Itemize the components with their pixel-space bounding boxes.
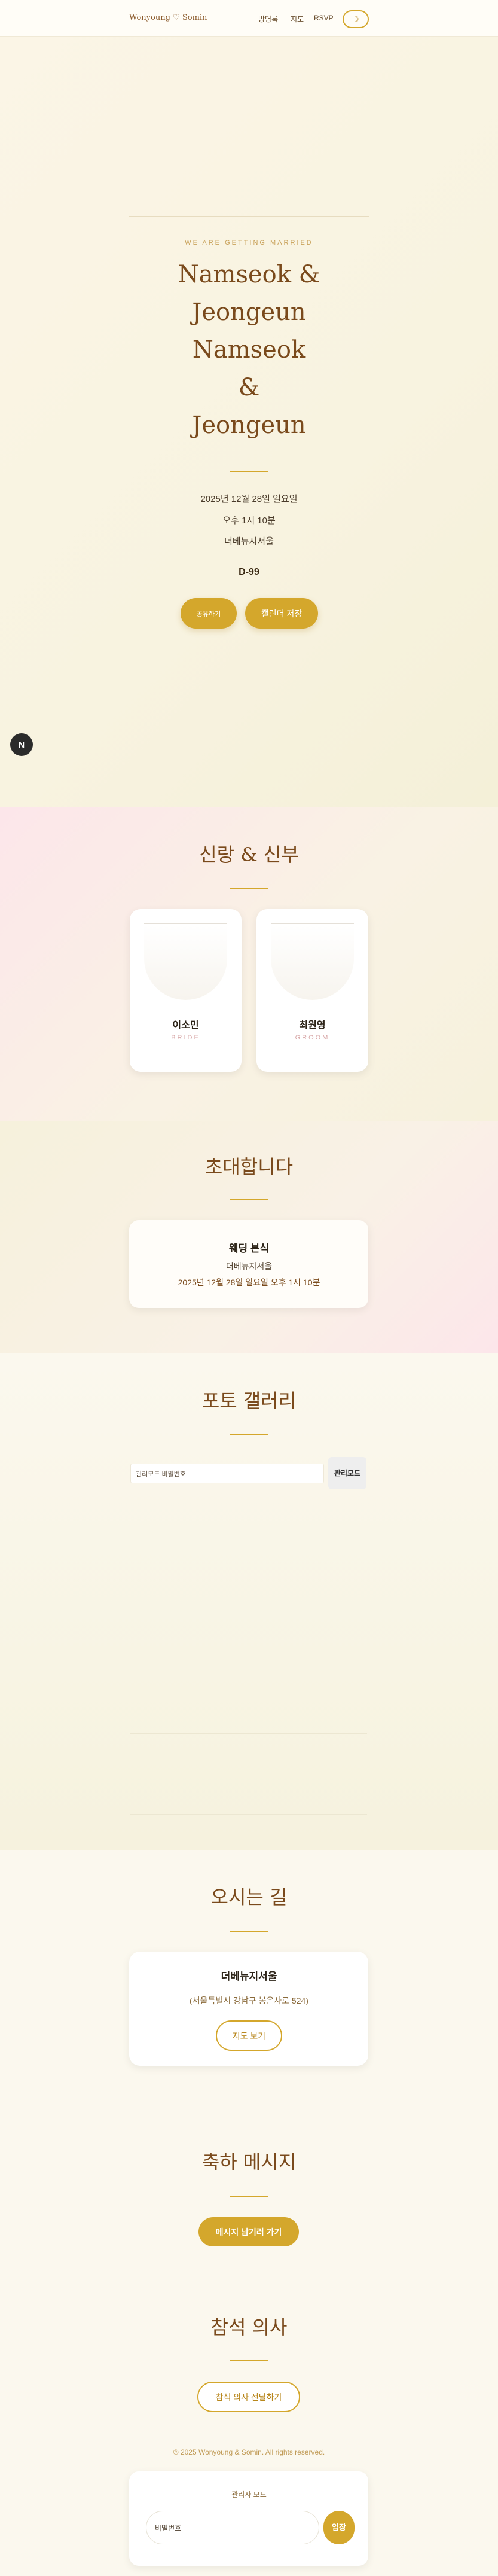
section-divider xyxy=(230,1931,268,1932)
gallery-photo[interactable] xyxy=(209,1574,288,1653)
section-divider xyxy=(230,1434,268,1435)
section-title-invitation: 초대합니다 xyxy=(204,1156,294,1178)
gallery-photo[interactable] xyxy=(288,1493,367,1572)
section-divider xyxy=(230,2196,268,2197)
rsvp-submit-button[interactable]: 참석 의사 전달하기 xyxy=(197,2382,300,2412)
share-button[interactable]: 공유하기 xyxy=(181,598,237,629)
admin-login-button[interactable]: 입장 xyxy=(323,2511,355,2544)
top-header: Wonyoung ♡ Somin 방명록 지도 RSVP ☽ xyxy=(0,0,498,37)
section-title-location: 오시는 길 xyxy=(210,1886,288,1909)
gallery-photo[interactable] xyxy=(288,1736,367,1815)
gallery-photo[interactable] xyxy=(130,1574,209,1653)
groom-card: 최원영 GROOM xyxy=(256,909,368,1072)
hero-divider-line xyxy=(129,216,369,217)
ceremony-title: 웨딩 본식 xyxy=(228,1243,270,1254)
admin-mode-title: 관리자 모드 xyxy=(231,2490,267,2499)
theme-toggle-button[interactable]: ☽ xyxy=(343,10,369,28)
venue-address: (서울특별시 강남구 봉은사로 524) xyxy=(190,1996,308,2005)
hero-date: 2025년 12월 28일 일요일 xyxy=(200,494,298,504)
section-divider xyxy=(230,888,268,889)
hero-name-line: Namseok & xyxy=(178,261,320,288)
moon-icon: ☽ xyxy=(352,15,359,23)
leave-message-button[interactable]: 메시지 남기러 가기 xyxy=(198,2217,299,2246)
gallery-password-input[interactable]: 관리모드 비밀번호 xyxy=(130,1464,324,1483)
hero-time: 오후 1시 10분 xyxy=(222,516,276,526)
hero-name-line: Namseok xyxy=(192,336,306,364)
gallery-photo[interactable] xyxy=(209,1655,288,1734)
save-calendar-button[interactable]: 캘린더 저장 xyxy=(245,598,318,629)
bride-card: 이소민 BRIDE xyxy=(130,909,242,1072)
admin-password-input[interactable]: 비밀번호 xyxy=(146,2511,319,2544)
groom-name: 최원영 xyxy=(299,1020,326,1031)
dday-counter: D-99 xyxy=(239,567,259,577)
brand-logo[interactable]: Wonyoung ♡ Somin xyxy=(129,13,207,22)
gallery-photo[interactable] xyxy=(209,1736,288,1815)
copyright-text: © 2025 Wonyoung & Somin. All rights rese… xyxy=(173,2448,325,2456)
hero-name-line: Jeongeun xyxy=(192,298,306,326)
nav-guestbook[interactable]: 방명록 xyxy=(258,14,278,24)
gallery-photo[interactable] xyxy=(288,1655,367,1734)
gallery-photo[interactable] xyxy=(209,1493,288,1572)
section-title-message: 축하 메시지 xyxy=(201,2151,297,2173)
bride-photo xyxy=(144,925,227,1000)
section-title-gallery: 포토 갤러리 xyxy=(201,1389,297,1412)
hero-divider xyxy=(230,471,268,472)
groom-photo xyxy=(271,925,354,1000)
hero-venue: 더베뉴지서울 xyxy=(224,536,274,547)
ceremony-venue: 더베뉴지서울 xyxy=(225,1261,273,1271)
bride-name: 이소민 xyxy=(172,1020,199,1031)
view-map-button[interactable]: 지도 보기 xyxy=(216,2020,282,2051)
venue-name: 더베뉴지서울 xyxy=(221,1971,277,1982)
admin-mode-button[interactable]: 관리모드 xyxy=(328,1457,366,1489)
ceremony-datetime: 2025년 12월 28일 일요일 오후 1시 10분 xyxy=(178,1278,320,1287)
hero-name-line: & xyxy=(238,374,260,401)
music-toggle-button[interactable]: N xyxy=(10,733,33,756)
groom-role: GROOM xyxy=(295,1034,330,1041)
section-title-rsvp: 참석 의사 xyxy=(210,2316,288,2339)
gallery-photo[interactable] xyxy=(130,1493,209,1572)
bride-role: BRIDE xyxy=(171,1034,200,1041)
gallery-photo[interactable] xyxy=(130,1655,209,1734)
hero-eyebrow: WE ARE GETTING MARRIED xyxy=(185,239,313,246)
section-divider xyxy=(230,1199,268,1200)
nav-rsvp[interactable]: RSVP xyxy=(314,14,334,22)
hero-name-line: Jeongeun xyxy=(192,411,306,439)
section-title-couple: 신랑 & 신부 xyxy=(199,843,299,866)
section-divider xyxy=(230,2360,268,2361)
gallery-photo[interactable] xyxy=(288,1574,367,1653)
nav-map[interactable]: 지도 xyxy=(291,14,304,24)
gallery-photo[interactable] xyxy=(130,1736,209,1815)
